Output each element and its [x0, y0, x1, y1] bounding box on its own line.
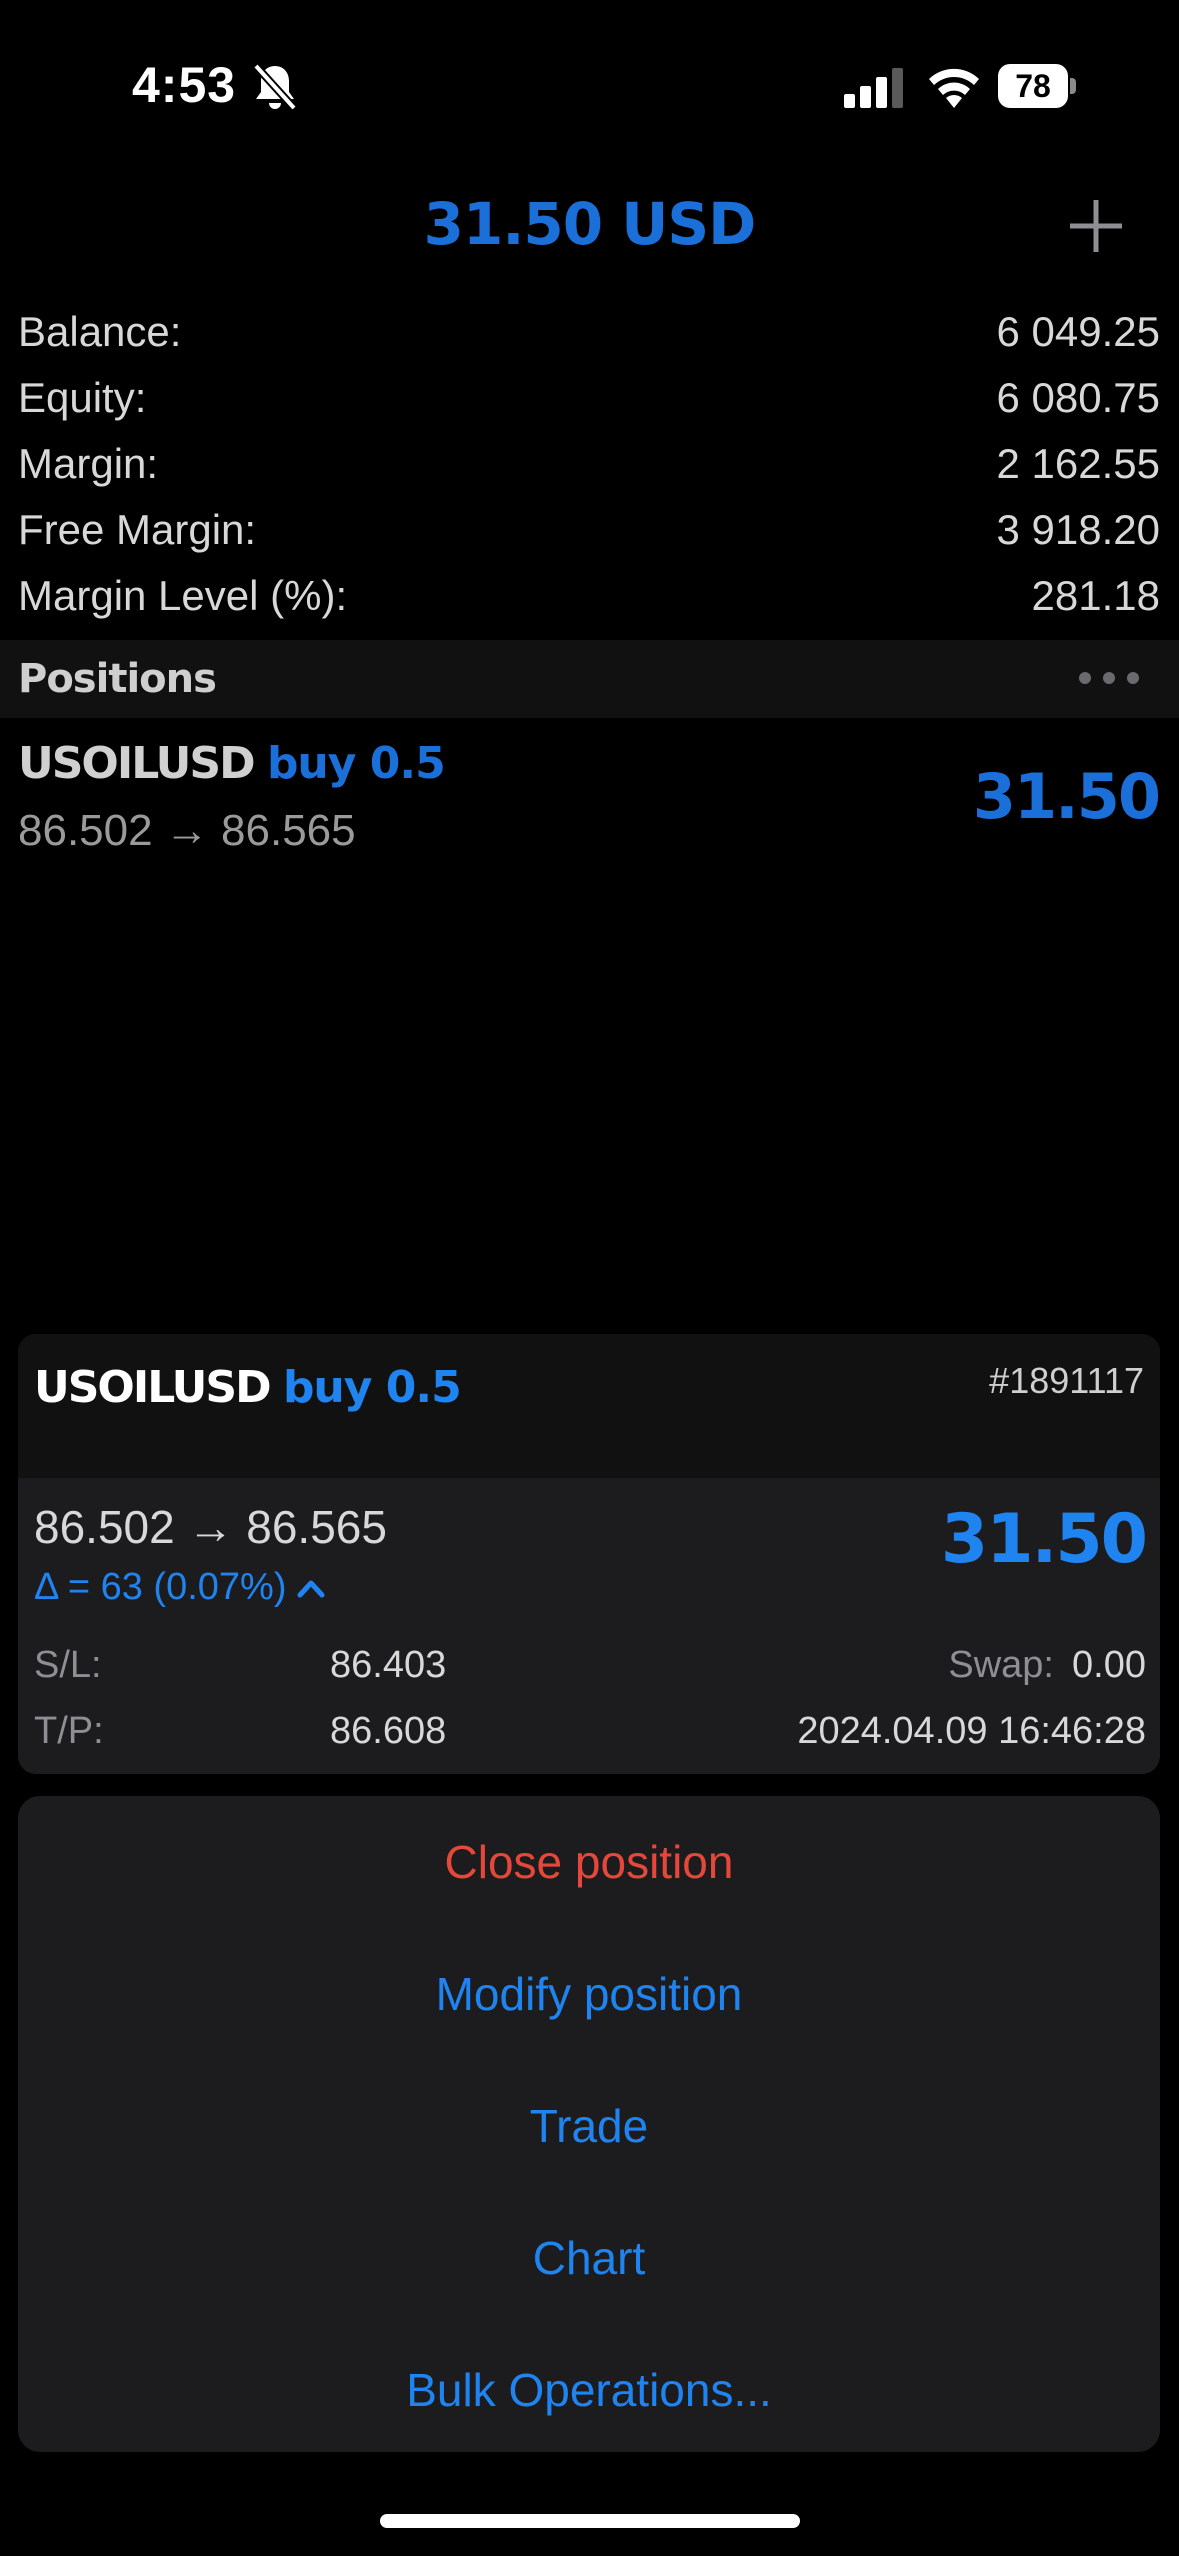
chevron-up-icon [297, 1580, 325, 1597]
detail-prices: 86.502 → 86.565 [34, 1501, 387, 1553]
balance-row: Balance: 6 049.25 [18, 300, 1160, 364]
detail-symbol: USOILUSD buy 0.5 [34, 1362, 462, 1413]
equity-label: Equity: [18, 374, 147, 421]
home-indicator[interactable] [380, 2514, 800, 2528]
sl-value: 86.403 [330, 1644, 447, 1686]
close-position-button[interactable]: Close position [18, 1796, 1160, 1928]
modify-position-button[interactable]: Modify position [18, 1928, 1160, 2060]
position-detail-card: USOILUSD buy 0.5 #1891117 86.502 → 86.56… [18, 1334, 1160, 1774]
free-margin-row: Free Margin: 3 918.20 [18, 498, 1160, 562]
position-symbol: USOILUSD buy 0.5 [18, 738, 446, 789]
margin-level-row: Margin Level (%): 281.18 [18, 564, 1160, 628]
margin-label: Margin: [18, 440, 159, 487]
detail-profit: 31.50 [940, 1500, 1148, 1579]
chart-button[interactable]: Chart [18, 2192, 1160, 2324]
swap-label: Swap: [948, 1644, 1054, 1686]
margin-level-value: 281.18 [1031, 572, 1160, 619]
open-time: 2024.04.09 16:46:28 [797, 1710, 1146, 1752]
position-prices: 86.502 → 86.565 [18, 806, 356, 855]
free-margin-value: 3 918.20 [996, 506, 1161, 553]
margin-row: Margin: 2 162.55 [18, 432, 1160, 496]
free-margin-label: Free Margin: [18, 506, 257, 553]
margin-value: 2 162.55 [996, 440, 1161, 487]
position-profit: 31.50 [972, 760, 1161, 833]
position-side: buy 0.5 [266, 738, 446, 789]
more-horizontal-icon[interactable] [1076, 664, 1142, 692]
detail-delta-text: Δ = 63 (0.07%) [34, 1566, 287, 1608]
cellular-signal-icon [844, 68, 903, 108]
status-time: 4:53 [132, 57, 237, 113]
sl-label: S/L: [34, 1644, 102, 1686]
detail-symbol-name: USOILUSD [34, 1362, 272, 1413]
trade-button[interactable]: Trade [18, 2060, 1160, 2192]
action-sheet: Close position Modify position Trade Cha… [18, 1796, 1160, 2452]
battery-icon: 78 [998, 64, 1076, 108]
bulk-operations-button[interactable]: Bulk Operations... [18, 2324, 1160, 2456]
positions-title: Positions [18, 656, 217, 702]
balance-value: 6 049.25 [996, 308, 1161, 355]
wifi-icon [929, 68, 979, 108]
detail-delta[interactable]: Δ = 63 (0.07%) [34, 1566, 326, 1609]
equity-row: Equity: 6 080.75 [18, 366, 1160, 430]
plus-icon[interactable] [1066, 196, 1126, 256]
equity-value: 6 080.75 [996, 374, 1161, 421]
position-symbol-name: USOILUSD [18, 738, 256, 789]
tp-label: T/P: [34, 1710, 104, 1752]
battery-level: 78 [998, 64, 1068, 108]
tp-value: 86.608 [330, 1710, 447, 1752]
detail-side: buy 0.5 [282, 1362, 462, 1413]
margin-level-label: Margin Level (%): [18, 572, 348, 619]
bell-slash-icon [253, 63, 297, 111]
balance-label: Balance: [18, 308, 182, 355]
detail-ticket: #1891117 [989, 1360, 1144, 1401]
total-profit-title: 31.50 USD [423, 190, 757, 258]
swap-value: 0.00 [1072, 1644, 1146, 1686]
